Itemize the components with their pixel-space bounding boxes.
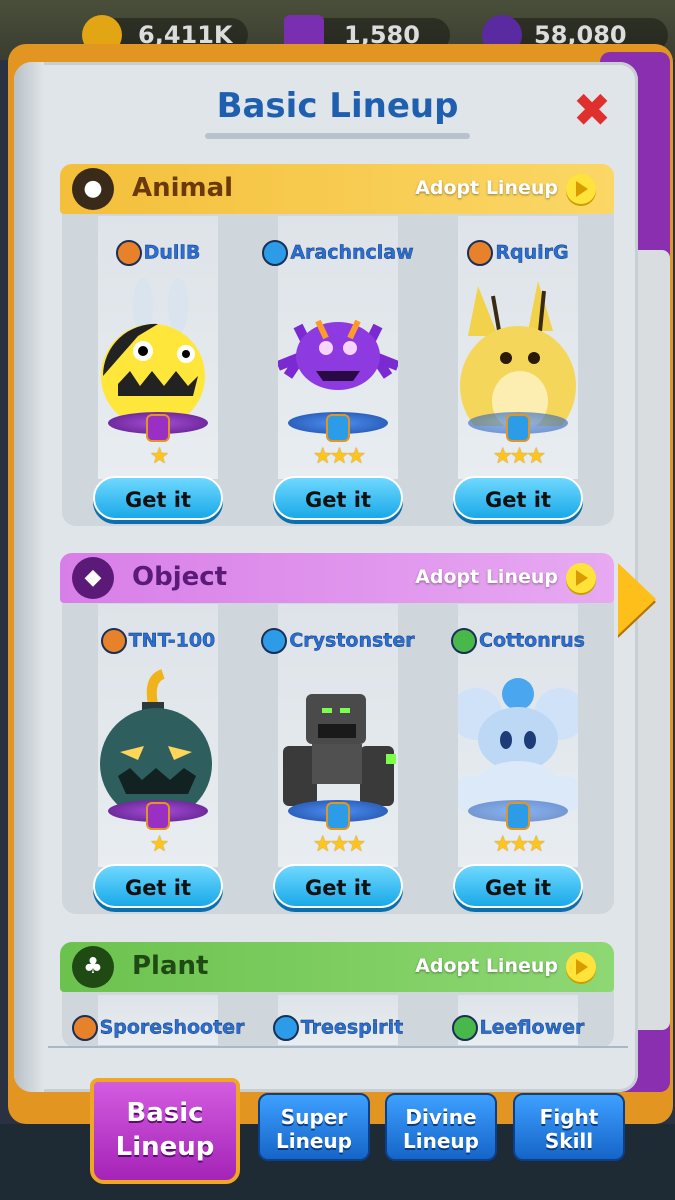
monster-name: TNT-100 xyxy=(128,629,216,652)
scroll-indicator xyxy=(48,1046,628,1048)
tab-divine-lineup[interactable]: Divine Lineup xyxy=(385,1093,497,1161)
rarity-badge xyxy=(506,414,530,442)
monster-name-row: RquirG xyxy=(428,240,608,266)
monster-name-row: Sporeshooter xyxy=(68,1015,248,1041)
arrow-right-icon[interactable] xyxy=(566,563,596,593)
monster-card[interactable]: RquirG ★★★ xyxy=(458,216,578,479)
monster-card[interactable]: DullB ★ xyxy=(98,216,218,479)
get-it-button[interactable]: Get it xyxy=(273,476,403,520)
monster-card[interactable]: Crystonster ★★★ xyxy=(261,604,415,867)
arrow-right-icon[interactable] xyxy=(566,174,596,204)
monster-name: Crystonster xyxy=(289,629,415,652)
tab-label-line2: Lineup xyxy=(276,1129,352,1153)
rarity-badge xyxy=(326,802,350,830)
monster-name: Cottonrus xyxy=(479,629,585,652)
rarity-badge xyxy=(146,414,170,442)
role-icon xyxy=(451,628,478,654)
get-it-button[interactable]: Get it xyxy=(273,864,403,908)
role-icon xyxy=(451,1015,478,1041)
monster-name: DullB xyxy=(143,241,201,264)
monster-name-row: TNT-100 xyxy=(68,628,248,654)
star-rating: ★★★ xyxy=(492,832,546,857)
star-rating: ★★★ xyxy=(312,444,366,469)
monster-name: Sporeshooter xyxy=(99,1016,245,1039)
get-it-button[interactable]: Get it xyxy=(93,864,223,908)
role-icon xyxy=(100,628,127,654)
tab-label-line1: Super xyxy=(280,1105,348,1129)
monster-card[interactable]: TNT-100 ★ xyxy=(98,604,218,867)
monster-image xyxy=(98,664,218,820)
star-rating: ★★★ xyxy=(492,444,546,469)
monster-name: Leeflower xyxy=(479,1016,585,1039)
role-icon xyxy=(71,1015,98,1041)
monster-image xyxy=(458,276,578,446)
monster-card[interactable]: Arachnclaw ★★★ xyxy=(262,216,414,479)
tab-fight-skill[interactable]: Fight Skill xyxy=(513,1093,625,1161)
tab-label-line2: Lineup xyxy=(403,1129,479,1153)
clover-icon: ♣ xyxy=(72,946,114,988)
section-header-object: ◆ Object Adopt Lineup xyxy=(60,553,614,603)
rarity-badge xyxy=(146,802,170,830)
tab-super-lineup[interactable]: Super Lineup xyxy=(258,1093,370,1161)
adopt-lineup-label[interactable]: Adopt Lineup xyxy=(415,566,558,588)
get-it-button[interactable]: Get it xyxy=(93,476,223,520)
next-page-arrow-icon[interactable] xyxy=(618,563,656,635)
monster-card[interactable]: Cottonrus ★★★ xyxy=(450,604,586,867)
role-icon xyxy=(467,240,494,266)
monster-name-row: Treespirit xyxy=(248,1015,428,1041)
tab-label-line2: Lineup xyxy=(115,1132,215,1162)
monster-image xyxy=(278,664,398,814)
star-rating: ★ xyxy=(149,444,170,469)
monster-card[interactable]: Sporeshooter xyxy=(71,995,245,1045)
monster-card[interactable]: Treespirit xyxy=(272,995,403,1045)
section-title: Object xyxy=(132,562,228,592)
role-icon xyxy=(115,240,142,266)
tab-label-line2: Skill xyxy=(544,1129,594,1153)
role-icon xyxy=(272,1015,299,1041)
star-rating: ★ xyxy=(149,832,170,857)
monster-name-row: Arachnclaw xyxy=(248,240,428,266)
get-it-button[interactable]: Get it xyxy=(453,864,583,908)
monster-image xyxy=(276,276,400,426)
role-icon xyxy=(261,628,288,654)
adopt-lineup-label[interactable]: Adopt Lineup xyxy=(415,955,558,977)
title-underline xyxy=(205,133,470,139)
get-it-button[interactable]: Get it xyxy=(453,476,583,520)
tab-label-line1: Divine xyxy=(405,1105,477,1129)
rarity-badge xyxy=(326,414,350,442)
monster-card[interactable]: Leeflower xyxy=(451,995,585,1045)
adopt-lineup-label[interactable]: Adopt Lineup xyxy=(415,177,558,199)
monster-name-row: Crystonster xyxy=(248,628,428,654)
tab-basic-lineup[interactable]: Basic Lineup xyxy=(90,1078,240,1184)
rarity-badge xyxy=(506,802,530,830)
book-spine xyxy=(14,62,44,1092)
section-header-plant: ♣ Plant Adopt Lineup xyxy=(60,942,614,992)
monster-image xyxy=(450,664,586,817)
section-header-animal: ● Animal Adopt Lineup xyxy=(60,164,614,214)
tab-label-line1: Basic xyxy=(126,1098,204,1128)
tab-label-line1: Fight xyxy=(539,1105,599,1129)
section-title: Animal xyxy=(132,173,234,203)
role-icon xyxy=(262,240,289,266)
paw-icon: ● xyxy=(72,168,114,210)
monster-name: Arachnclaw xyxy=(290,241,414,264)
monster-name: Treespirit xyxy=(300,1016,404,1039)
monster-image xyxy=(98,276,218,428)
section-title: Plant xyxy=(132,951,209,981)
close-x-icon[interactable]: ✖ xyxy=(570,87,614,133)
arrow-right-icon[interactable] xyxy=(566,952,596,982)
monster-name-row: DullB xyxy=(68,240,248,266)
monster-name-row: Leeflower xyxy=(428,1015,608,1041)
monster-name-row: Cottonrus xyxy=(428,628,608,654)
monster-name: RquirG xyxy=(495,241,569,264)
crystal-icon: ◆ xyxy=(72,557,114,599)
star-rating: ★★★ xyxy=(312,832,366,857)
